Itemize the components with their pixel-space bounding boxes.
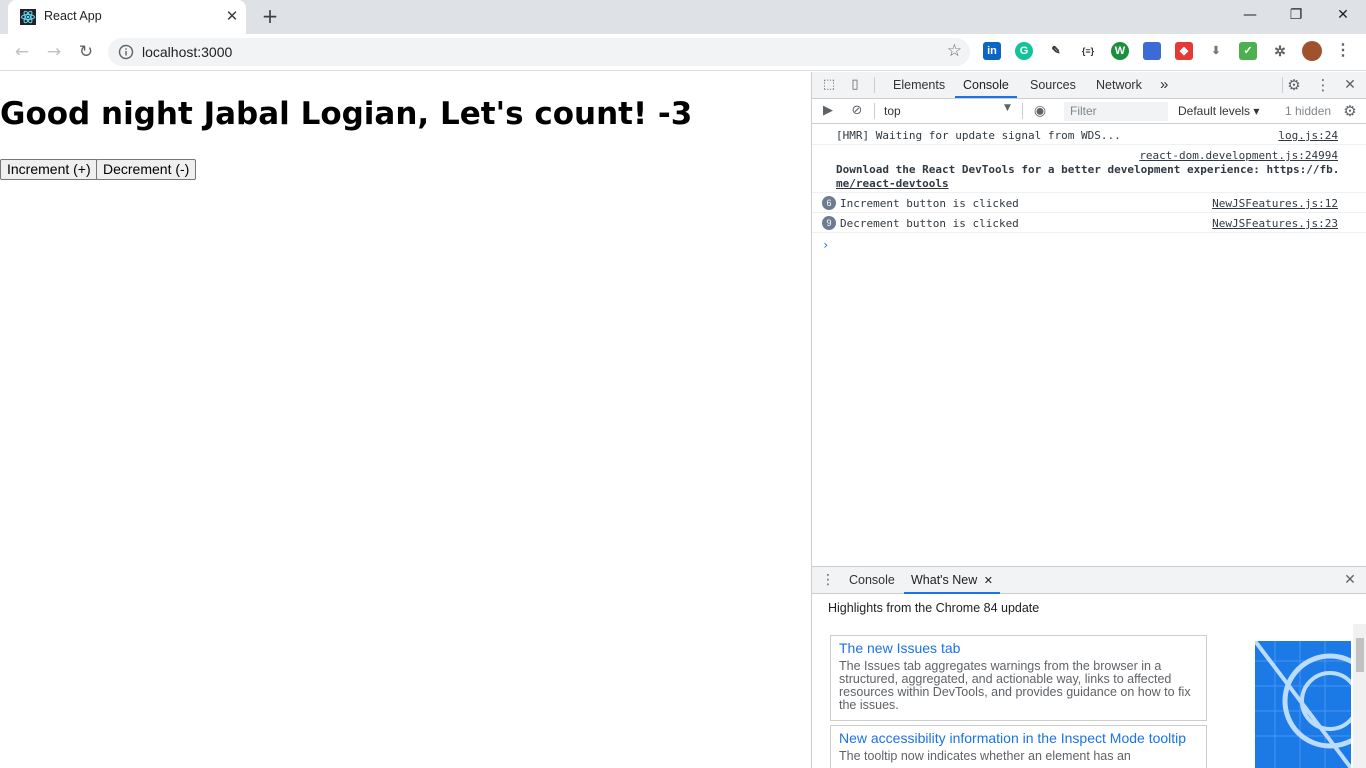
chrome-update-graphic bbox=[1255, 641, 1351, 768]
repeat-count-badge: 6 bbox=[822, 196, 836, 210]
wappalyzer-extension-icon[interactable]: W bbox=[1111, 42, 1129, 60]
close-drawer-icon[interactable]: ✕ bbox=[1342, 572, 1358, 588]
separator bbox=[1282, 77, 1283, 93]
whats-new-card[interactable]: The new Issues tab The Issues tab aggreg… bbox=[830, 635, 1207, 721]
message-source-link[interactable]: NewJSFeatures.js:23 bbox=[1212, 217, 1338, 230]
page-heading: Good night Jabal Logian, Let's count! -3 bbox=[0, 96, 693, 132]
drawer-tab-label: What's New bbox=[911, 573, 978, 587]
drawer-tab-console[interactable]: Console bbox=[849, 567, 895, 594]
sidebar-toggle-icon[interactable]: ▶ bbox=[820, 103, 836, 119]
decrement-button[interactable]: Decrement (-) bbox=[96, 159, 197, 180]
shield-extension-icon[interactable]: ◆ bbox=[1175, 42, 1193, 60]
message-source-link[interactable]: log.js:24 bbox=[1278, 129, 1338, 142]
download-extension-icon[interactable]: ⬇ bbox=[1207, 42, 1225, 60]
chevron-down-icon[interactable]: ▼ bbox=[1004, 103, 1011, 113]
whats-new-heading: Highlights from the Chrome 84 update bbox=[828, 601, 1040, 615]
reload-icon[interactable]: ↻ bbox=[74, 40, 98, 64]
drawer-menu-icon[interactable]: ⋮ bbox=[820, 572, 836, 588]
linkedin-extension-icon[interactable]: in bbox=[983, 42, 1001, 60]
react-devtools-link[interactable]: me/react-devtools bbox=[836, 177, 949, 190]
card-description: The tooltip now indicates whether an ele… bbox=[839, 749, 1131, 763]
window-extension-icon[interactable] bbox=[1143, 42, 1161, 60]
close-window-button[interactable]: ✕ bbox=[1327, 4, 1359, 28]
message-text: Download the React DevTools for a better… bbox=[836, 163, 1340, 176]
tab-close-icon[interactable]: ✕ bbox=[224, 8, 240, 24]
clear-console-icon[interactable]: ⊘ bbox=[849, 103, 865, 119]
context-select[interactable]: top bbox=[884, 104, 901, 118]
console-toolbar: ▶ ⊘ top ▼ ◉ Filter Default levels ▾ 1 hi… bbox=[812, 99, 1366, 124]
devtools-tab-bar: ⬚ ▯ Elements Console Sources Network » ⚙… bbox=[812, 72, 1366, 99]
address-bar[interactable]: localhost:3000 ☆ bbox=[108, 38, 970, 66]
message-text: Decrement button is clicked bbox=[840, 217, 1019, 230]
log-levels-dropdown[interactable]: Default levels ▾ bbox=[1178, 104, 1259, 118]
message-source-link[interactable]: react-dom.development.js:24994 bbox=[1139, 149, 1338, 162]
chrome-menu-icon[interactable]: ⋮ bbox=[1334, 42, 1352, 60]
devtools-panel: ⬚ ▯ Elements Console Sources Network » ⚙… bbox=[811, 72, 1366, 768]
console-message: [HMR] Waiting for update signal from WDS… bbox=[812, 125, 1366, 145]
filter-input[interactable]: Filter bbox=[1064, 102, 1168, 121]
extensions-puzzle-icon[interactable]: ✲ bbox=[1271, 42, 1289, 60]
hidden-count: 1 hidden bbox=[1285, 104, 1332, 118]
close-devtools-icon[interactable]: ✕ bbox=[1342, 77, 1358, 93]
settings-gear-icon[interactable]: ⚙ bbox=[1286, 77, 1302, 93]
tab-console[interactable]: Console bbox=[955, 72, 1017, 98]
console-message: 9 Decrement button is clicked NewJSFeatu… bbox=[812, 213, 1366, 233]
new-tab-button[interactable]: + bbox=[260, 6, 280, 26]
drawer-tab-whats-new[interactable]: What's New ✕ bbox=[904, 567, 1000, 594]
colorpick-extension-icon[interactable]: ✎ bbox=[1047, 42, 1065, 60]
tab-sources[interactable]: Sources bbox=[1030, 72, 1076, 98]
separator bbox=[874, 103, 875, 119]
message-text: [HMR] Waiting for update signal from WDS… bbox=[836, 129, 1121, 142]
card-title: New accessibility information in the Ins… bbox=[839, 730, 1187, 746]
close-tab-icon[interactable]: ✕ bbox=[984, 575, 993, 587]
console-messages: [HMR] Waiting for update signal from WDS… bbox=[812, 125, 1366, 565]
bookmark-star-icon[interactable]: ☆ bbox=[947, 41, 962, 61]
more-tabs-icon[interactable]: » bbox=[1160, 72, 1168, 98]
tab-title: React App bbox=[44, 9, 102, 23]
browser-tab[interactable]: React App ✕ bbox=[8, 0, 246, 34]
whats-new-card[interactable]: New accessibility information in the Ins… bbox=[830, 725, 1207, 768]
console-message: react-dom.development.js:24994 Download … bbox=[812, 145, 1366, 193]
console-message: 6 Increment button is clicked NewJSFeatu… bbox=[812, 193, 1366, 213]
forward-arrow-icon[interactable]: → bbox=[42, 40, 66, 64]
page-viewport: Good night Jabal Logian, Let's count! -3… bbox=[0, 72, 811, 768]
drawer-tab-bar: ⋮ Console What's New ✕ ✕ bbox=[812, 566, 1366, 594]
card-title: The new Issues tab bbox=[839, 640, 961, 656]
device-toolbar-icon[interactable]: ▯ bbox=[847, 77, 863, 93]
back-arrow-icon[interactable]: ← bbox=[10, 40, 34, 64]
devtools-menu-icon[interactable]: ⋮ bbox=[1315, 77, 1331, 93]
separator bbox=[1022, 103, 1023, 119]
json-extension-icon[interactable]: {≡} bbox=[1079, 42, 1097, 60]
console-prompt[interactable]: › bbox=[822, 238, 829, 252]
card-description: The Issues tab aggregates warnings from … bbox=[839, 659, 1191, 712]
message-text: Increment button is clicked bbox=[840, 197, 1019, 210]
increment-button[interactable]: Increment (+) bbox=[0, 159, 98, 180]
drawer-scrollbar[interactable] bbox=[1353, 624, 1366, 768]
console-settings-gear-icon[interactable]: ⚙ bbox=[1342, 103, 1358, 119]
repeat-count-badge: 9 bbox=[822, 216, 836, 230]
live-expression-eye-icon[interactable]: ◉ bbox=[1032, 103, 1048, 119]
tab-elements[interactable]: Elements bbox=[893, 72, 945, 98]
browser-toolbar: ← → ↻ localhost:3000 ☆ in G ✎ {≡} W ◆ ⬇ … bbox=[0, 34, 1366, 71]
minimize-button[interactable]: — bbox=[1234, 4, 1266, 28]
screenshot-extension-icon[interactable]: ✓ bbox=[1239, 42, 1257, 60]
restore-button[interactable]: ❐ bbox=[1280, 4, 1312, 28]
react-logo-icon bbox=[20, 9, 36, 25]
tab-network[interactable]: Network bbox=[1096, 72, 1142, 98]
grammarly-extension-icon[interactable]: G bbox=[1015, 42, 1033, 60]
url-text: localhost:3000 bbox=[142, 44, 233, 60]
separator bbox=[874, 77, 875, 93]
message-source-link[interactable]: NewJSFeatures.js:12 bbox=[1212, 197, 1338, 210]
avatar[interactable] bbox=[1302, 41, 1322, 61]
info-icon[interactable] bbox=[118, 44, 134, 60]
scrollbar-thumb[interactable] bbox=[1356, 638, 1364, 672]
inspect-element-icon[interactable]: ⬚ bbox=[821, 77, 837, 93]
whats-new-illustration bbox=[1255, 641, 1351, 768]
tab-strip: React App ✕ + — ❐ ✕ bbox=[0, 0, 1366, 34]
